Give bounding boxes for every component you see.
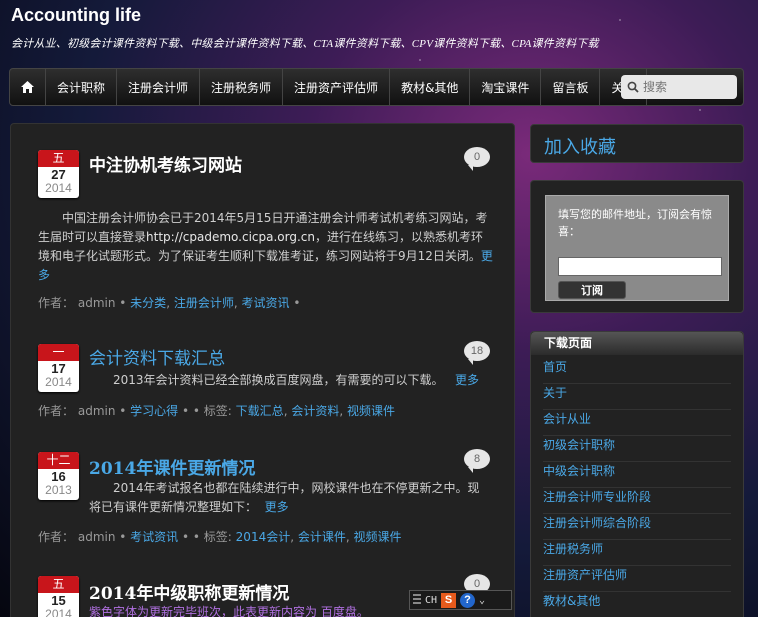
tag-link[interactable]: 视频课件	[347, 404, 395, 418]
date-day: 17	[51, 361, 66, 376]
read-more-link[interactable]: 更多	[265, 500, 289, 514]
author-name: admin	[77, 530, 116, 544]
post-meta: 作者： admin • 未分类, 注册会计师, 考试资讯 •	[38, 296, 301, 310]
date-month: 一	[38, 344, 79, 361]
post-list: 五 27 2014 中注协机考练习网站 0 中国注册会计师协会已于2014年5月…	[10, 123, 515, 617]
page-link[interactable]: 注册会计师专业阶段	[543, 488, 731, 514]
page-link[interactable]: 注册资产评估师	[543, 566, 731, 592]
category-link[interactable]: 学习心得	[130, 404, 178, 418]
date-month: 五	[38, 150, 79, 167]
date-badge: 五 15 2014	[38, 576, 79, 617]
post-title[interactable]: 会计资料下载汇总	[89, 344, 225, 369]
email-field[interactable]	[558, 257, 722, 276]
post-meta: 作者： admin • 学习心得 • • 标签: 下载汇总, 会计资料, 视频课…	[38, 404, 395, 418]
search-box	[621, 75, 737, 99]
author-label: 作者：	[38, 404, 75, 418]
date-badge: 五 27 2014	[38, 150, 79, 198]
category-link[interactable]: 考试资讯	[241, 296, 289, 310]
date-year: 2014	[45, 181, 72, 195]
comment-count[interactable]: 18	[464, 341, 490, 365]
pages-list: 首页 关于 会计从业 初级会计职称 中级会计职称 注册会计师专业阶段 注册会计师…	[531, 358, 743, 617]
date-year: 2013	[45, 483, 72, 497]
favorite-box: 加入收藏	[530, 124, 744, 163]
search-icon	[627, 81, 639, 93]
subscribe-button[interactable]: 订阅	[558, 281, 626, 299]
author-label: 作者：	[38, 296, 75, 310]
category-link[interactable]: 未分类	[130, 296, 166, 310]
page-link[interactable]: 首页	[543, 358, 731, 384]
date-day: 16	[51, 469, 66, 484]
nav-item-cpa[interactable]: 注册会计师	[117, 69, 201, 105]
author-label: 作者：	[38, 530, 75, 544]
nav-item-guestbook[interactable]: 留言板	[541, 69, 601, 105]
excerpt-text: 2013年会计资料已经全部换成百度网盘，有需要的可以下载。	[113, 373, 444, 387]
pages-box: 下载页面 首页 关于 会计从业 初级会计职称 中级会计职称 注册会计师专业阶段 …	[530, 331, 744, 617]
post-title[interactable]: 2014年中级职称更新情况	[89, 579, 289, 604]
date-year: 2014	[45, 375, 72, 389]
page-link[interactable]: 教材&其他	[543, 592, 731, 617]
comment-count[interactable]: 0	[464, 147, 490, 171]
nav-item-books[interactable]: 教材&其他	[390, 69, 471, 105]
tags-label: 标签:	[203, 404, 232, 418]
nav-item-zhicheng[interactable]: 会计职称	[46, 69, 118, 105]
site-description: 会计从业、初级会计课件资料下载、中级会计课件资料下载、CTA课件资料下载、CPV…	[11, 38, 599, 50]
date-day: 15	[51, 593, 66, 608]
page-link[interactable]: 注册会计师综合阶段	[543, 514, 731, 540]
grip-handle-icon[interactable]	[413, 594, 421, 606]
help-icon[interactable]: ?	[460, 592, 476, 608]
date-badge: 一 17 2014	[38, 344, 79, 392]
tag-link[interactable]: 会计资料	[291, 404, 339, 418]
excerpt-link[interactable]: http://cpademo.cicpa.org.cn	[146, 230, 315, 244]
page-link[interactable]: 初级会计职称	[543, 436, 731, 462]
date-month: 五	[38, 576, 79, 593]
subscribe-box: 填写您的邮件地址，订阅会有惊喜： 订阅	[530, 180, 744, 313]
ime-toolbar[interactable]: CH S ? ⌄	[409, 590, 512, 610]
ime-logo-icon[interactable]: S	[441, 592, 457, 608]
subscribe-text: 填写您的邮件地址，订阅会有惊喜：	[558, 208, 712, 238]
nav-home[interactable]	[10, 69, 46, 105]
nav-item-cpv[interactable]: 注册资产评估师	[283, 69, 391, 105]
main-nav: 会计职称 注册会计师 注册税务师 注册资产评估师 教材&其他 淘宝课件 留言板 …	[9, 68, 744, 106]
page-link[interactable]: 注册税务师	[543, 540, 731, 566]
tag-link[interactable]: 会计课件	[298, 530, 346, 544]
nav-item-taobao[interactable]: 淘宝课件	[470, 69, 542, 105]
page-link[interactable]: 中级会计职称	[543, 462, 731, 488]
pages-title: 下载页面	[531, 332, 743, 355]
tag-link[interactable]: 2014会计	[236, 530, 291, 544]
post-title[interactable]: 2014年课件更新情况	[89, 454, 255, 479]
chevron-down-icon[interactable]: ⌄	[479, 595, 485, 606]
page-link[interactable]: 关于	[543, 384, 731, 410]
author-name: admin	[77, 296, 116, 310]
date-badge: 十二 16 2013	[38, 452, 79, 500]
category-link[interactable]: 注册会计师	[174, 296, 234, 310]
ime-mode[interactable]: CH	[425, 595, 437, 606]
home-icon	[21, 81, 34, 93]
tag-link[interactable]: 视频课件	[354, 530, 402, 544]
add-favorite-link[interactable]: 加入收藏	[531, 125, 743, 167]
author-name: admin	[77, 404, 116, 418]
subscribe-panel: 填写您的邮件地址，订阅会有惊喜： 订阅	[545, 195, 729, 301]
post-meta: 作者： admin • 考试资讯 • • 标签: 2014会计, 会计课件, 视…	[38, 530, 402, 544]
date-month: 十二	[38, 452, 79, 469]
tags-label: 标签:	[203, 530, 232, 544]
comment-count[interactable]: 8	[464, 449, 490, 473]
read-more-link[interactable]: 更多	[455, 373, 479, 387]
post-excerpt: 2013年会计资料已经全部换成百度网盘，有需要的可以下载。 更多	[113, 371, 493, 390]
post-title[interactable]: 中注协机考练习网站	[89, 151, 242, 176]
date-day: 27	[51, 167, 66, 182]
date-year: 2014	[45, 607, 72, 617]
post-excerpt: 中国注册会计师协会已于2014年5月15日开通注册会计师考试机考练习网站，考生届…	[38, 209, 493, 285]
tag-link[interactable]: 下载汇总	[236, 404, 284, 418]
site-title[interactable]: Accounting life	[11, 5, 141, 26]
category-link[interactable]: 考试资讯	[130, 530, 178, 544]
page-link[interactable]: 会计从业	[543, 410, 731, 436]
search-input[interactable]	[643, 80, 727, 94]
post-excerpt: 2014年考试报名也都在陆续进行中，网校课件也在不停更新之中。现将已有课件更新情…	[89, 479, 491, 517]
nav-item-cta[interactable]: 注册税务师	[200, 69, 284, 105]
